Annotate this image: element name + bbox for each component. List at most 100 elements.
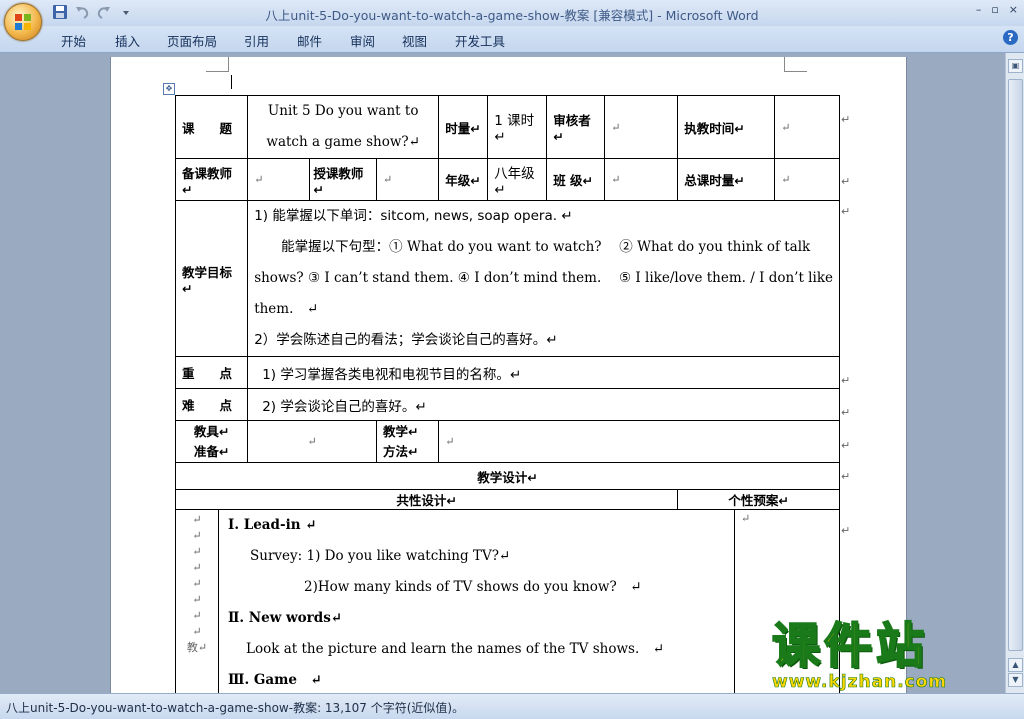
cell-reviewer[interactable]: ↵ — [604, 95, 679, 159]
cell-prep-teacher-label[interactable]: 备课教师↵ — [174, 158, 249, 201]
cell-design-header[interactable]: 教学设计↵ — [175, 462, 840, 490]
cell-lecturer-label[interactable]: 授课教师↵ — [309, 158, 377, 201]
cell-grade-label[interactable]: 年级↵ — [438, 158, 489, 201]
minimize-button[interactable]: – — [976, 3, 982, 16]
cell-teach-time-label[interactable]: 执教时间↵ — [677, 95, 776, 159]
design-line: 2)How many kinds of TV shows do you know… — [304, 579, 642, 595]
cell-difficulty-label[interactable]: 难 点 — [174, 388, 249, 421]
tab-page-layout[interactable]: 页面布局 — [167, 31, 217, 50]
tab-mailings[interactable]: 邮件 — [297, 31, 322, 50]
cell-topic-label[interactable]: 课 题 — [174, 95, 249, 159]
personal-plan-cell: ↵ — [741, 512, 751, 525]
objective-line: 能掌握以下句型：① What do you want to watch? ② W… — [254, 239, 811, 255]
column-divider — [734, 510, 735, 710]
cell-teaching-aids-label[interactable]: 教具↵ 准备↵ — [174, 420, 249, 463]
row-end-mark: ↵ — [841, 524, 851, 537]
cell-personal-plan-header[interactable]: 个性预案↵ — [677, 489, 840, 510]
status-text: 八上unit-5-Do-you-want-to-watch-a-game-sho… — [6, 701, 465, 715]
objective-line: them. ↵ — [254, 301, 319, 317]
cell-teaching-aids[interactable]: ↵ — [247, 420, 377, 463]
cell-lecturer[interactable]: ↵ — [375, 158, 440, 201]
section-heading: Ⅰ. Lead-in ↵ — [228, 517, 317, 533]
cell-duration-label[interactable]: 时量↵ — [438, 95, 489, 159]
lesson-plan-table: 课 题 Unit 5 Do you want to watch a game s… — [174, 95, 840, 711]
table-row: 备课教师↵ ↵ 授课教师↵ ↵ 年级↵ 八年级↵ 班 级↵ ↵ 总课时量↵ ↵ — [174, 158, 840, 201]
cell-key-point[interactable]: 1) 学习掌握各类电视和电视节目的名称。↵ — [247, 356, 840, 389]
design-body: ↵ ↵ ↵ ↵ ↵ ↵ ↵ ↵ 教↵ Ⅰ. Lead-in ↵ Survey: … — [176, 510, 839, 710]
table-row: 教具↵ 准备↵ ↵ 教学↵ 方法↵ ↵ — [174, 420, 840, 463]
restore-button[interactable]: ▫ — [991, 3, 998, 16]
table-row: 课 题 Unit 5 Do you want to watch a game s… — [174, 95, 840, 159]
design-content: Ⅰ. Lead-in ↵ Survey: 1) Do you like watc… — [228, 510, 664, 696]
table-row: 教学设计↵ — [175, 462, 840, 490]
cell-grade[interactable]: 八年级↵ — [487, 158, 548, 201]
cell-common-design-header[interactable]: 共性设计↵ — [174, 489, 679, 510]
tab-references[interactable]: 引用 — [244, 31, 269, 50]
cell-difficulty[interactable]: 2) 学会谈论自己的喜好。↵ — [247, 388, 840, 421]
cell-class[interactable]: ↵ — [604, 158, 679, 201]
cell-total-hours[interactable]: ↵ — [774, 158, 840, 201]
table-row: 重 点 1) 学习掌握各类电视和电视节目的名称。↵ — [174, 356, 840, 389]
scrollbar-thumb[interactable] — [1008, 79, 1023, 651]
tab-review[interactable]: 审阅 — [350, 31, 375, 50]
cell-prep-teacher[interactable]: ↵ — [247, 158, 311, 201]
objective-line: 2）学会陈述自己的看法；学会谈论自己的喜好。↵ — [254, 332, 558, 348]
table-row: 教学目标↵ 1) 能掌握以下单词：sitcom, news, soap oper… — [174, 200, 840, 357]
row-end-mark: ↵ — [841, 439, 851, 452]
previous-page-icon[interactable]: ▲ — [1008, 658, 1023, 672]
watermark-title: 课件站 — [771, 618, 929, 674]
topic-line-1: Unit 5 Do you want to — [267, 103, 419, 119]
table-row: 难 点 2) 学会谈论自己的喜好。↵ — [174, 388, 840, 421]
cell-reviewer-label[interactable]: 审核者↵ — [546, 95, 606, 159]
tab-insert[interactable]: 插入 — [115, 31, 140, 50]
help-icon[interactable]: ? — [1003, 30, 1018, 45]
ruler-toggle-icon[interactable]: ▣ — [1008, 59, 1023, 73]
crop-mark-left — [206, 57, 229, 72]
row-end-mark: ↵ — [841, 205, 851, 218]
table-move-handle-icon[interactable]: ✥ — [163, 83, 175, 95]
column-divider — [218, 510, 219, 710]
document-page[interactable]: ✥ 课 题 Unit 5 Do you want to watch a game… — [110, 57, 907, 711]
office-logo-icon — [15, 14, 31, 30]
ribbon-tabs: 开始 插入 页面布局 引用 邮件 审阅 视图 开发工具 ? — [0, 26, 1024, 53]
cell-key-point-label[interactable]: 重 点 — [174, 356, 249, 389]
row-end-mark: ↵ — [841, 406, 851, 419]
cell-design-body[interactable]: ↵ ↵ ↵ ↵ ↵ ↵ ↵ ↵ 教↵ Ⅰ. Lead-in ↵ Survey: … — [175, 509, 840, 711]
cell-teaching-method[interactable]: ↵ — [438, 420, 840, 463]
row-end-mark: ↵ — [841, 470, 851, 483]
table-row: 共性设计↵ 个性预案↵ — [174, 489, 840, 510]
cell-total-hours-label[interactable]: 总课时量↵ — [677, 158, 776, 201]
cell-objectives-label[interactable]: 教学目标↵ — [174, 200, 249, 357]
section-heading: Ⅲ. Game ↵ — [228, 672, 322, 688]
tab-view[interactable]: 视图 — [402, 31, 427, 50]
tab-home[interactable]: 开始 — [61, 31, 86, 50]
office-button[interactable] — [4, 3, 42, 41]
table-row: ↵ ↵ ↵ ↵ ↵ ↵ ↵ ↵ 教↵ Ⅰ. Lead-in ↵ Survey: … — [175, 509, 840, 711]
objective-line: shows? ③ I can’t stand them. ④ I don’t m… — [254, 270, 833, 286]
row-end-mark: ↵ — [841, 374, 851, 387]
cell-teach-time[interactable]: ↵ — [774, 95, 840, 159]
row-end-mark: ↵ — [841, 175, 851, 188]
close-button[interactable]: × — [1009, 3, 1018, 16]
crop-mark-right — [784, 57, 807, 72]
section-heading: Ⅱ. New words↵ — [228, 610, 343, 626]
watermark-logo: 课件站 www.kjzhan.com — [771, 618, 948, 693]
vertical-scrollbar[interactable]: ▣ ▲ ▼ — [1005, 53, 1024, 693]
cell-objectives[interactable]: 1) 能掌握以下单词：sitcom, news, soap opera. ↵ 能… — [247, 200, 840, 357]
cell-class-label[interactable]: 班 级↵ — [546, 158, 606, 201]
document-area[interactable]: ✥ 课 题 Unit 5 Do you want to watch a game… — [0, 53, 1006, 711]
window-controls: – ▫ × — [976, 3, 1018, 16]
aids-label-line: 准备↵ — [193, 443, 230, 459]
objective-line: 1) 能掌握以下单词：sitcom, news, soap opera. ↵ — [254, 208, 573, 224]
design-line: Survey: 1) Do you like watching TV?↵ — [250, 548, 511, 564]
tab-developer[interactable]: 开发工具 — [455, 31, 505, 50]
title-bar: 八上unit-5-Do-you-want-to-watch-a-game-sho… — [0, 0, 1024, 26]
cell-topic[interactable]: Unit 5 Do you want to watch a game show?… — [247, 95, 440, 159]
cell-duration[interactable]: 1 课时↵ — [487, 95, 548, 159]
watermark-url: www.kjzhan.com — [772, 672, 948, 693]
margin-marks: ↵ ↵ ↵ ↵ ↵ ↵ ↵ ↵ 教↵ — [186, 513, 208, 654]
topic-line-2: watch a game show?↵ — [266, 134, 420, 150]
cell-teaching-method-label[interactable]: 教学↵ 方法↵ — [375, 420, 440, 463]
next-page-icon[interactable]: ▼ — [1008, 673, 1023, 687]
method-label-line: 教学↵ — [382, 423, 419, 439]
